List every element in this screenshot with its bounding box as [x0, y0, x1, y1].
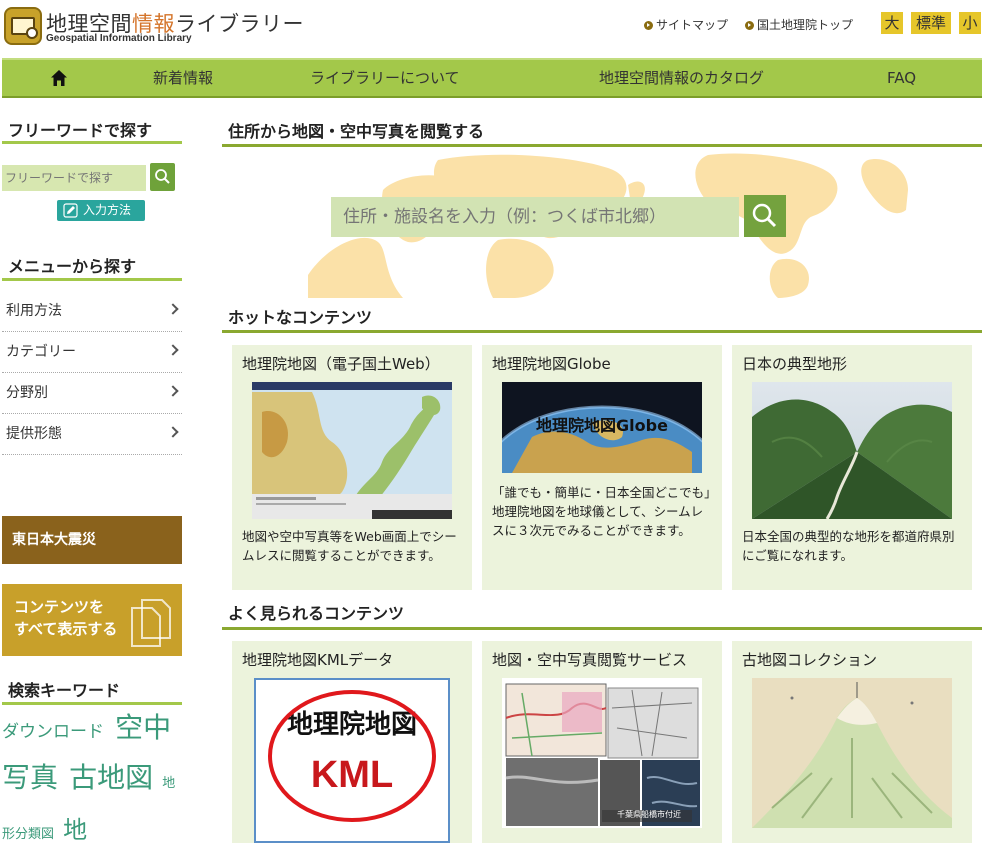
- font-size-standard-button[interactable]: 標準: [911, 12, 951, 34]
- hot-contents-heading: ホットなコンテンツ: [228, 308, 373, 327]
- search-icon: [752, 203, 777, 228]
- search-icon: [155, 169, 170, 184]
- site-header: 地理空間情報ライブラリー Geospatial Information Libr…: [0, 0, 983, 58]
- arrow-bullet-icon: [644, 21, 653, 30]
- library-logo-icon[interactable]: [4, 7, 42, 45]
- keywords-heading: 検索キーワード: [8, 681, 121, 700]
- card-map-aerial-service[interactable]: 地図・空中写真閲覧サービス 千葉県船橋市付近: [482, 641, 722, 843]
- card-title: 地理院地図KMLデータ: [242, 651, 394, 669]
- card-title: 地理院地図Globe: [492, 355, 611, 373]
- freeword-search-button[interactable]: [150, 163, 175, 191]
- card-description: 日本全国の典型的な地形を都道府県別にご覧になれます。: [742, 529, 955, 563]
- landform-3d-image: [752, 382, 952, 519]
- chevron-right-icon: [167, 385, 179, 397]
- card-title: 日本の典型地形: [742, 355, 848, 373]
- menu-item-field[interactable]: 分野別: [2, 373, 182, 414]
- freeword-rule: [2, 141, 182, 144]
- menu-item-format[interactable]: 提供形態: [2, 414, 182, 455]
- font-size-small-button[interactable]: 小: [959, 12, 981, 34]
- home-icon[interactable]: [50, 69, 68, 87]
- old-map-image: [752, 678, 952, 828]
- card-title: 古地図コレクション: [742, 651, 878, 669]
- popular-contents-heading: よく見られるコンテンツ: [228, 604, 405, 623]
- keyword-link[interactable]: ダウンロード: [2, 722, 104, 742]
- address-search-button[interactable]: [744, 195, 786, 237]
- gsi-map-screenshot: [252, 382, 452, 519]
- keyword-link[interactable]: 地: [63, 816, 87, 843]
- card-gsi-globe[interactable]: 地理院地図Globe 地理院地図Globe 「誰でも・簡単に・日本全国どこでも」…: [482, 345, 722, 590]
- collage-caption: 千葉県船橋市付近: [617, 810, 681, 819]
- card-gsi-map[interactable]: 地理院地図（電子国土Web） 地図や空中写真等をWeb画面上でシームレスに閲覧す…: [232, 345, 472, 590]
- kml-image: 地理院地図 KML: [254, 678, 450, 843]
- documents-icon: [131, 599, 171, 647]
- chevron-right-icon: [167, 426, 179, 438]
- global-nav: 新着情報 ライブラリーについて 地理空間情報のカタログ FAQ: [2, 58, 982, 98]
- font-size-large-button[interactable]: 大: [881, 12, 903, 34]
- card-description: 地図や空中写真等をWeb画面上でシームレスに閲覧することができます。: [242, 529, 457, 563]
- menu-item-usage[interactable]: 利用方法: [2, 291, 182, 332]
- address-search-input[interactable]: [331, 197, 739, 237]
- card-old-map-collection[interactable]: 古地図コレクション: [732, 641, 972, 843]
- arrow-bullet-icon: [745, 21, 754, 30]
- nav-about-library[interactable]: ライブラリーについて: [310, 60, 460, 96]
- nav-news[interactable]: 新着情報: [153, 60, 213, 96]
- menu-heading: メニューから探す: [8, 257, 137, 276]
- keyword-cloud: ダウンロード 空中写真 古地図 地形分類図 地: [2, 705, 188, 843]
- map-aerial-collage: 千葉県船橋市付近: [502, 678, 702, 828]
- card-title: 地図・空中写真閲覧サービス: [492, 651, 688, 669]
- card-description: 「誰でも・簡単に・日本全国どこでも」地理院地図を地球儀として、シームレスに３次元…: [492, 485, 711, 538]
- east-japan-earthquake-banner[interactable]: 東日本大震災: [2, 516, 182, 564]
- card-kml-data[interactable]: 地理院地図KMLデータ 地理院地図 KML: [232, 641, 472, 843]
- map-search-heading: 住所から地図・空中写真を閲覧する: [228, 122, 485, 141]
- card-title: 地理院地図（電子国土Web）: [242, 355, 440, 373]
- gsi-globe-image: 地理院地図Globe: [502, 382, 702, 473]
- keyword-link[interactable]: 古地図: [69, 761, 153, 794]
- freeword-heading: フリーワードで探す: [8, 121, 153, 140]
- menu-rule: [2, 278, 182, 281]
- map-search-rule: [222, 144, 982, 147]
- popular-contents-rule: [222, 627, 982, 630]
- freeword-search-input[interactable]: [2, 165, 146, 191]
- nav-faq[interactable]: FAQ: [887, 60, 916, 96]
- show-all-contents-banner[interactable]: コンテンツを すべて表示する: [2, 584, 182, 656]
- menu-item-category[interactable]: カテゴリー: [2, 332, 182, 373]
- globe-image-label: 地理院地図Globe: [536, 416, 668, 435]
- gsi-top-link[interactable]: 国土地理院トップ: [745, 16, 853, 33]
- nav-catalog[interactable]: 地理空間情報のカタログ: [599, 60, 764, 96]
- kml-image-line2: KML: [310, 754, 394, 796]
- chevron-right-icon: [167, 303, 179, 315]
- card-typical-landforms[interactable]: 日本の典型地形 日本全国の典型的な地形を都道府県別にご覧になれます。: [732, 345, 972, 590]
- hot-contents-rule: [222, 330, 982, 333]
- pencil-icon: [63, 203, 78, 218]
- site-subtitle: Geospatial Information Library: [46, 33, 192, 44]
- chevron-right-icon: [167, 344, 179, 356]
- input-method-button[interactable]: 入力方法: [57, 200, 145, 221]
- sitemap-link[interactable]: サイトマップ: [644, 16, 728, 33]
